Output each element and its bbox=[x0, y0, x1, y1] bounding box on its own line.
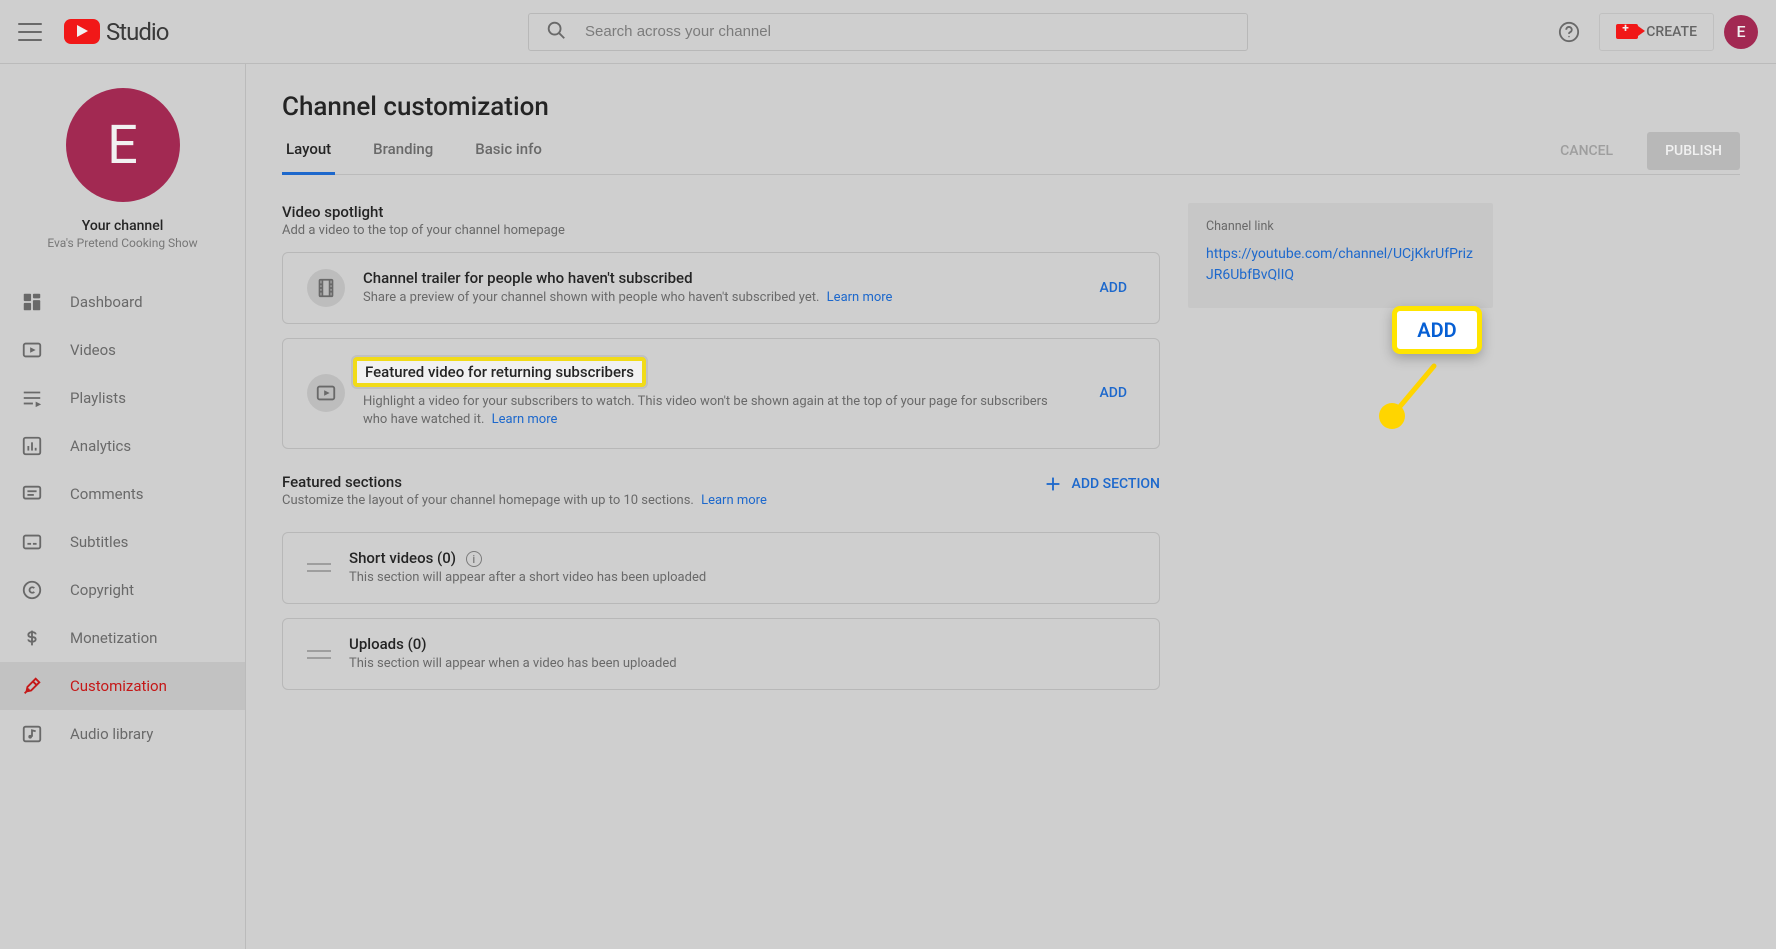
sidebar-item-copyright[interactable]: Copyright bbox=[0, 566, 245, 614]
sidebar-item-label: Videos bbox=[70, 341, 116, 359]
sidebar-item-monetization[interactable]: Monetization bbox=[0, 614, 245, 662]
nav-main: Dashboard Videos Playlists Analytics bbox=[0, 278, 245, 935]
featured-sections-heading: Featured sections bbox=[282, 473, 767, 491]
learn-more-link[interactable]: Learn more bbox=[701, 493, 767, 508]
drag-handle-icon[interactable] bbox=[307, 642, 331, 666]
tab-branding[interactable]: Branding bbox=[369, 140, 437, 174]
video-spotlight-heading: Video spotlight bbox=[282, 203, 1160, 221]
sidebar-item-dashboard[interactable]: Dashboard bbox=[0, 278, 245, 326]
sidebar-item-label: Dashboard bbox=[70, 293, 143, 311]
uploads-title: Uploads (0) bbox=[349, 635, 1135, 653]
learn-more-link[interactable]: Learn more bbox=[827, 290, 893, 305]
menu-icon[interactable] bbox=[18, 20, 42, 44]
sidebar-item-videos[interactable]: Videos bbox=[0, 326, 245, 374]
create-camera-icon bbox=[1616, 24, 1638, 39]
info-icon[interactable]: i bbox=[466, 551, 482, 567]
sidebar-item-label: Copyright bbox=[70, 581, 134, 599]
channel-avatar[interactable]: E bbox=[66, 88, 180, 202]
page-title: Channel customization bbox=[282, 92, 1740, 122]
featured-desc: Highlight a video for your subscribers t… bbox=[363, 394, 1048, 427]
sidebar-item-customization[interactable]: Customization bbox=[0, 662, 245, 710]
publish-button[interactable]: PUBLISH bbox=[1647, 132, 1740, 170]
copyright-icon bbox=[20, 578, 44, 602]
search-box[interactable] bbox=[528, 13, 1248, 51]
sidebar-item-label: Comments bbox=[70, 485, 144, 503]
drag-handle-icon[interactable] bbox=[307, 556, 331, 580]
film-icon bbox=[307, 269, 345, 307]
sidebar-item-label: Analytics bbox=[70, 437, 131, 455]
tab-layout[interactable]: Layout bbox=[282, 140, 335, 175]
channel-link-url[interactable]: https://youtube.com/channel/UCjKkrUfPriz… bbox=[1206, 244, 1475, 286]
sidebar-item-label: Customization bbox=[70, 677, 167, 695]
video-play-icon bbox=[307, 374, 345, 412]
channel-trailer-card: Channel trailer for people who haven't s… bbox=[282, 252, 1160, 324]
featured-sections-sub: Customize the layout of your channel hom… bbox=[282, 493, 694, 508]
shorts-title: Short videos (0) i bbox=[349, 549, 1135, 568]
sidebar-item-comments[interactable]: Comments bbox=[0, 470, 245, 518]
sidebar-item-playlists[interactable]: Playlists bbox=[0, 374, 245, 422]
youtube-play-icon bbox=[64, 19, 100, 44]
logo-text: Studio bbox=[106, 18, 168, 46]
uploads-section-card: Uploads (0) This section will appear whe… bbox=[282, 618, 1160, 690]
sidebar-item-subtitles[interactable]: Subtitles bbox=[0, 518, 245, 566]
subtitles-icon bbox=[20, 530, 44, 554]
studio-logo[interactable]: Studio bbox=[64, 18, 168, 46]
playlists-icon bbox=[20, 386, 44, 410]
sidebar-item-label: Audio library bbox=[70, 725, 153, 743]
trailer-add-button[interactable]: ADD bbox=[1091, 274, 1135, 302]
trailer-title: Channel trailer for people who haven't s… bbox=[363, 269, 1073, 287]
featured-add-button[interactable]: ADD bbox=[1091, 379, 1135, 407]
create-label: CREATE bbox=[1646, 24, 1697, 40]
shorts-desc: This section will appear after a short v… bbox=[349, 569, 1135, 587]
your-channel-label: Your channel bbox=[82, 218, 164, 234]
callout-dot bbox=[1379, 403, 1405, 429]
monetization-icon bbox=[20, 626, 44, 650]
sidebar-item-label: Subtitles bbox=[70, 533, 128, 551]
create-button[interactable]: CREATE bbox=[1599, 13, 1714, 51]
trailer-desc: Share a preview of your channel shown wi… bbox=[363, 290, 819, 305]
video-spotlight-sub: Add a video to the top of your channel h… bbox=[282, 223, 1160, 238]
add-section-button[interactable]: ADD SECTION bbox=[1042, 473, 1160, 495]
shorts-section-card: Short videos (0) i This section will app… bbox=[282, 532, 1160, 605]
learn-more-link[interactable]: Learn more bbox=[492, 412, 558, 427]
audio-library-icon bbox=[20, 722, 44, 746]
sidebar-item-analytics[interactable]: Analytics bbox=[0, 422, 245, 470]
app-header: Studio CREATE E bbox=[0, 0, 1776, 63]
help-icon[interactable] bbox=[1549, 12, 1589, 52]
sidebar-item-label: Monetization bbox=[70, 629, 157, 647]
channel-block: E Your channel Eva's Pretend Cooking Sho… bbox=[0, 64, 245, 264]
sidebar-item-audio-library[interactable]: Audio library bbox=[0, 710, 245, 758]
search-icon bbox=[545, 19, 567, 45]
channel-name: Eva's Pretend Cooking Show bbox=[47, 236, 197, 250]
videos-icon bbox=[20, 338, 44, 362]
add-section-label: ADD SECTION bbox=[1072, 476, 1160, 492]
tab-bar: Layout Branding Basic info CANCEL PUBLIS… bbox=[282, 140, 1740, 175]
sidebar: E Your channel Eva's Pretend Cooking Sho… bbox=[0, 64, 246, 949]
comments-icon bbox=[20, 482, 44, 506]
tab-basic-info[interactable]: Basic info bbox=[471, 140, 546, 174]
channel-link-label: Channel link bbox=[1206, 219, 1475, 234]
search-input[interactable] bbox=[583, 22, 1231, 41]
add-callout-bubble: ADD bbox=[1392, 306, 1482, 354]
featured-video-card: Featured video for returning subscribers… bbox=[282, 338, 1160, 448]
main-content: Channel customization Layout Branding Ba… bbox=[246, 64, 1776, 949]
uploads-desc: This section will appear when a video ha… bbox=[349, 655, 1135, 673]
dashboard-icon bbox=[20, 290, 44, 314]
channel-link-card: Channel link https://youtube.com/channel… bbox=[1188, 203, 1493, 308]
account-avatar[interactable]: E bbox=[1724, 15, 1758, 49]
sidebar-item-label: Playlists bbox=[70, 389, 126, 407]
featured-title: Featured video for returning subscribers bbox=[353, 357, 646, 387]
analytics-icon bbox=[20, 434, 44, 458]
cancel-button[interactable]: CANCEL bbox=[1542, 132, 1631, 170]
customization-icon bbox=[20, 674, 44, 698]
plus-icon bbox=[1042, 473, 1064, 495]
